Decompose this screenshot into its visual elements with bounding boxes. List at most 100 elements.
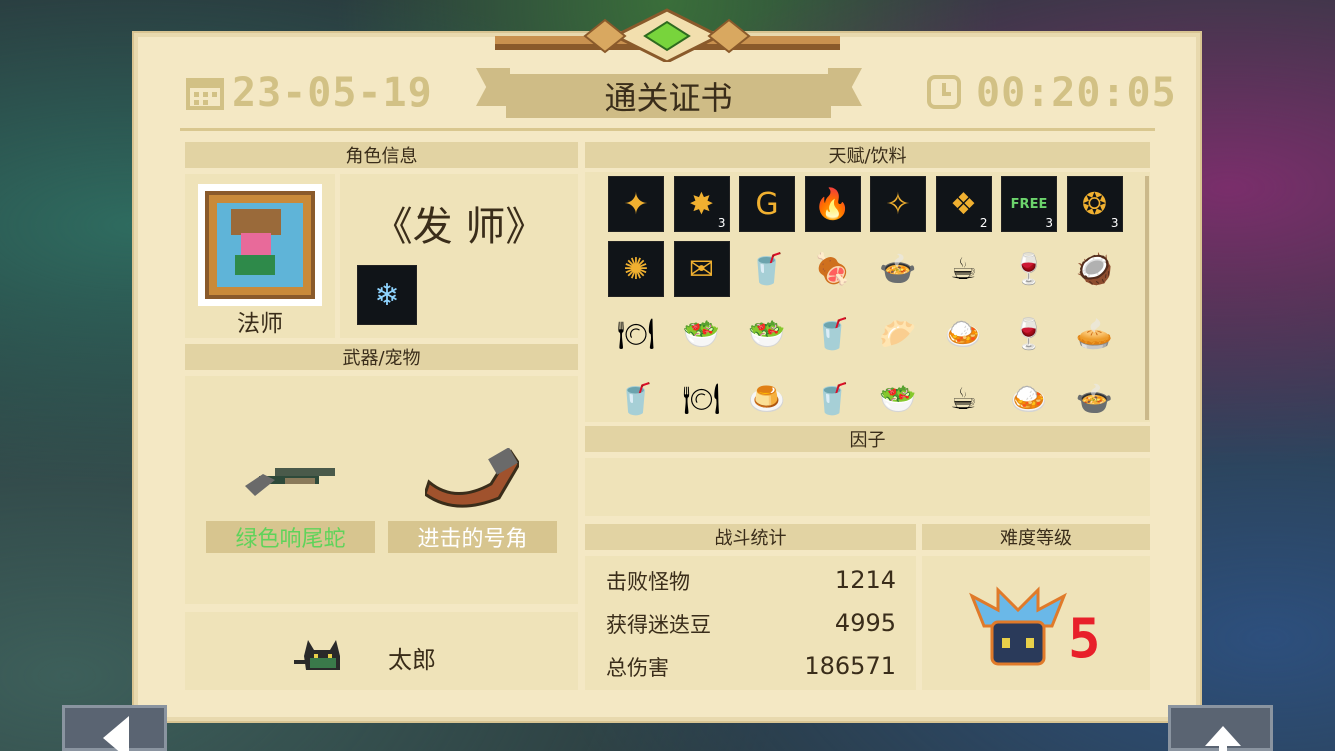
difficulty-boss-icon [969, 586, 1067, 666]
talent-icon[interactable]: ✺ [608, 241, 664, 297]
tile-glyph: 🥤 [813, 316, 852, 352]
talent-icon[interactable]: ❖ 2 [935, 176, 992, 232]
tile-glyph: 🍷 [1010, 251, 1048, 287]
tile-glyph: 🥤 [748, 251, 786, 287]
drink-icon[interactable]: 🥗 [870, 371, 926, 427]
drink-icon[interactable]: 🍽 [674, 371, 730, 427]
character-name: 法师 [237, 311, 283, 337]
tile-glyph: FREE [1010, 196, 1048, 212]
tile-glyph: 🍷 [1010, 316, 1048, 352]
drink-icon[interactable]: 🍲 [870, 241, 926, 297]
talent-icon[interactable]: 🔥 [804, 176, 861, 232]
stat-row-damage: 总伤害 186571 [606, 652, 896, 682]
drink-icon[interactable]: 🍷 [1001, 306, 1057, 362]
talent-icon[interactable]: ❂ 3 [1066, 176, 1123, 232]
tile-glyph: ❂ [1081, 186, 1108, 222]
stat-label: 总伤害 [606, 656, 669, 680]
drink-icon[interactable]: 🍽 [608, 306, 664, 362]
shotgun-icon[interactable] [245, 460, 337, 500]
tile-count: 3 [1045, 216, 1053, 230]
tile-glyph: 🔥 [813, 186, 852, 222]
tile-glyph: 🍛 [944, 316, 983, 352]
tile-glyph: 🍽 [616, 316, 656, 352]
tile-glyph: ☕ [950, 381, 977, 417]
tile-glyph: 🍖 [813, 251, 852, 287]
tile-glyph: ✧ [885, 186, 911, 222]
tile-glyph: 🍽 [682, 381, 721, 417]
section-talents-header: 天赋/饮料 [585, 142, 1150, 168]
drink-icon[interactable]: 🥤 [608, 371, 664, 427]
tile-glyph: ✉ [688, 251, 715, 287]
drink-icon[interactable]: 🥧 [1067, 306, 1123, 362]
stat-value: 1214 [834, 566, 896, 594]
tile-glyph: 🍲 [1075, 381, 1114, 417]
weapons-panel [185, 376, 578, 604]
ornament-crest-icon [495, 8, 840, 62]
drink-icon[interactable]: 🍛 [1001, 371, 1057, 427]
drink-icon[interactable]: 🍷 [1001, 241, 1057, 297]
pet-panel [185, 612, 578, 690]
tile-glyph: 🥤 [617, 381, 655, 417]
difficulty-level: 5 [1068, 607, 1101, 670]
tile-glyph: ✸ [688, 186, 715, 222]
section-stats-header: 战斗统计 [585, 524, 916, 550]
stat-value: 186571 [804, 652, 896, 680]
cat-pet-icon[interactable] [294, 636, 350, 676]
clock-icon [927, 75, 961, 109]
tile-glyph: 🥤 [813, 381, 852, 417]
stat-label: 获得迷迭豆 [606, 613, 711, 637]
section-weapons-header: 武器/宠物 [185, 344, 578, 370]
tile-glyph: 🍮 [748, 381, 786, 417]
talent-icon[interactable]: G [739, 176, 795, 232]
tile-glyph: ✺ [623, 251, 649, 287]
drink-icon[interactable]: 🥤 [805, 306, 861, 362]
talent-icon[interactable]: ✉ [673, 241, 730, 297]
calendar-icon [186, 78, 224, 110]
drink-icon[interactable]: 🥟 [870, 306, 926, 362]
character-portrait[interactable] [198, 184, 322, 306]
talent-icon[interactable]: FREE 3 [1001, 176, 1057, 232]
share-button[interactable] [1168, 705, 1273, 751]
tile-glyph: 🍲 [879, 251, 917, 287]
drink-icon[interactable]: 🥤 [805, 371, 861, 427]
drink-icon[interactable]: 🍲 [1067, 371, 1123, 427]
drink-icon[interactable]: 🥗 [674, 306, 730, 362]
drink-icon[interactable]: 🥤 [739, 241, 795, 297]
drink-icon[interactable]: 🍖 [805, 241, 861, 297]
tile-glyph: ☕ [950, 251, 977, 287]
section-factors-header: 因子 [585, 426, 1150, 452]
talent-icon[interactable]: ✧ [870, 176, 926, 232]
drink-icon[interactable]: 🥗 [739, 306, 795, 362]
stat-label: 击败怪物 [606, 570, 690, 594]
tile-glyph: G [755, 186, 779, 222]
factors-panel [585, 458, 1150, 516]
weapon-label-2: 进击的号角 [388, 521, 557, 553]
drink-icon[interactable]: 🍛 [936, 306, 992, 362]
pet-name: 太郎 [388, 646, 436, 674]
drink-icon[interactable]: 🥥 [1067, 241, 1123, 297]
tile-glyph: ✦ [623, 186, 649, 222]
back-button[interactable] [62, 705, 167, 751]
crystal-skill-icon[interactable]: ❄ [357, 265, 417, 325]
talent-icon[interactable]: ✸ 3 [673, 176, 730, 232]
weapon-label-1: 绿色响尾蛇 [206, 521, 375, 553]
talent-icon[interactable]: ✦ [608, 176, 664, 232]
drink-icon[interactable]: ☕ [936, 241, 992, 297]
character-skin: 《发 师》 [372, 204, 546, 250]
tile-glyph: 🥟 [879, 316, 917, 352]
tile-glyph: 🍛 [1010, 381, 1048, 417]
page-title: 通关证书 [506, 74, 831, 118]
drink-icon[interactable]: 🍮 [739, 371, 795, 427]
tile-glyph: 🥗 [748, 316, 786, 352]
stat-value: 4995 [834, 609, 896, 637]
arrow-left-icon [103, 716, 129, 751]
share-icon [1205, 726, 1241, 751]
horn-icon[interactable] [425, 448, 519, 508]
talents-scrollbar[interactable] [1145, 176, 1149, 420]
tile-count: 2 [979, 216, 988, 230]
stat-row-beans: 获得迷迭豆 4995 [606, 609, 896, 639]
tile-count: 3 [717, 216, 726, 230]
drink-icon[interactable]: ☕ [936, 371, 992, 427]
tile-count: 3 [1110, 216, 1119, 230]
talents-panel [585, 172, 1150, 422]
